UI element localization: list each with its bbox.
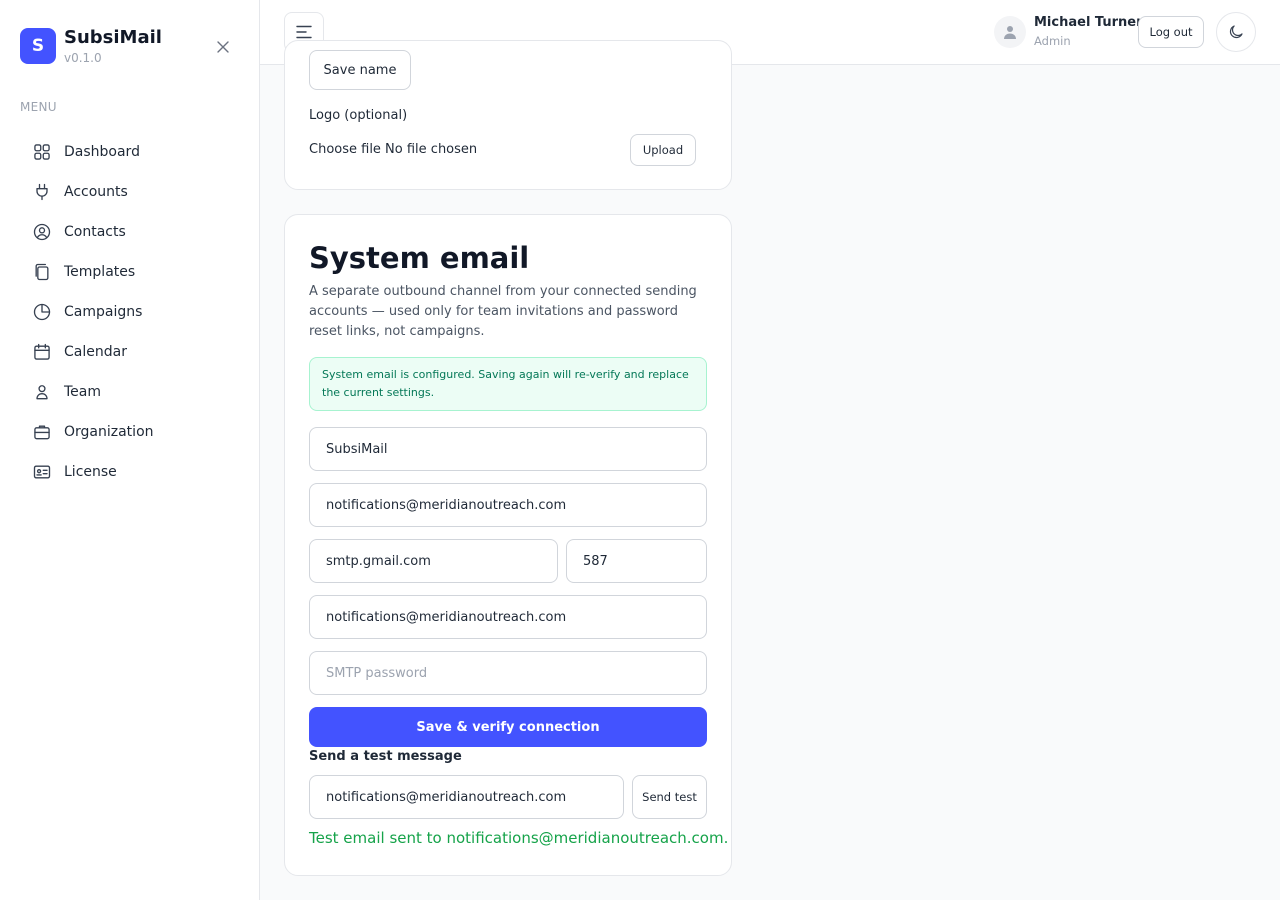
menu-icon [296, 25, 312, 39]
sender-name-input[interactable] [309, 427, 707, 471]
sidebar-item-label: Campaigns [64, 304, 143, 320]
from-email-input[interactable] [309, 483, 707, 527]
user-circle-icon [33, 223, 51, 241]
sidebar-item-license[interactable]: License [20, 452, 240, 492]
test-message-label: Send a test message [309, 749, 462, 764]
sidebar-item-dashboard[interactable]: Dashboard [20, 132, 240, 172]
smtp-host-input[interactable] [309, 539, 558, 583]
briefcase-icon [34, 425, 50, 440]
configured-alert: System email is configured. Saving again… [309, 357, 707, 411]
section-title: System email [309, 241, 530, 275]
logo-file-input[interactable]: Choose file No file chosen [309, 142, 477, 157]
moon-icon [1229, 25, 1243, 39]
sidebar-item-label: License [64, 464, 117, 480]
brand-logo: S [20, 28, 56, 64]
smtp-username-input[interactable] [309, 595, 707, 639]
id-card-icon [33, 465, 51, 479]
plug-icon [36, 183, 48, 201]
section-description: A separate outbound channel from your co… [309, 284, 697, 339]
sidebar-item-contacts[interactable]: Contacts [20, 212, 240, 252]
brand-name: SubsiMail [64, 27, 162, 48]
close-sidebar-button[interactable] [214, 38, 232, 56]
pie-chart-icon [33, 303, 51, 321]
user-avatar-icon [1004, 26, 1016, 39]
user-name: Michael Turner [1034, 15, 1143, 30]
smtp-password-input[interactable] [309, 651, 707, 695]
logout-button[interactable]: Log out [1138, 16, 1204, 48]
copy-icon [35, 263, 49, 281]
sidebar-item-label: Calendar [64, 344, 127, 360]
sidebar-nav: Dashboard Accounts Contacts Templates Ca… [20, 132, 240, 492]
sidebar-item-organization[interactable]: Organization [20, 412, 240, 452]
send-test-button[interactable]: Send test [632, 775, 707, 819]
sidebar-item-team[interactable]: Team [20, 372, 240, 412]
success-message: Test email sent to notifications@meridia… [309, 829, 729, 847]
sidebar: S SubsiMail v0.1.0 MENU Dashboard Accoun… [0, 0, 260, 900]
sidebar-item-label: Templates [64, 264, 136, 280]
avatar [994, 16, 1026, 48]
sidebar-item-label: Team [64, 384, 102, 400]
sidebar-item-accounts[interactable]: Accounts [20, 172, 240, 212]
sidebar-item-templates[interactable]: Templates [20, 252, 240, 292]
upload-button[interactable]: Upload [630, 134, 696, 166]
save-verify-button[interactable]: Save & verify connection [309, 707, 707, 747]
save-name-button[interactable]: Save name [309, 50, 411, 90]
sidebar-item-label: Organization [64, 424, 154, 440]
sidebar-item-calendar[interactable]: Calendar [20, 332, 240, 372]
user-role: Admin [1034, 34, 1071, 48]
close-icon [217, 41, 229, 53]
system-email-card: System email A separate outbound channel… [284, 214, 732, 876]
user-icon [36, 385, 48, 400]
sidebar-item-label: Contacts [64, 224, 126, 240]
grid-icon [34, 144, 50, 160]
menu-label: MENU [20, 100, 57, 114]
smtp-port-input[interactable] [566, 539, 707, 583]
test-recipient-input[interactable] [309, 775, 624, 819]
sidebar-item-label: Dashboard [64, 144, 140, 160]
user-info: Michael Turner Admin [1034, 14, 1143, 50]
theme-toggle-button[interactable] [1216, 12, 1256, 52]
branding-card: Save name Logo (optional) Choose file No… [284, 40, 732, 190]
brand: S SubsiMail v0.1.0 [20, 28, 162, 65]
brand-version: v0.1.0 [64, 51, 102, 65]
sidebar-item-campaigns[interactable]: Campaigns [20, 292, 240, 332]
sidebar-item-label: Accounts [64, 184, 128, 200]
logo-label: Logo (optional) [309, 108, 408, 123]
calendar-icon [34, 343, 50, 360]
